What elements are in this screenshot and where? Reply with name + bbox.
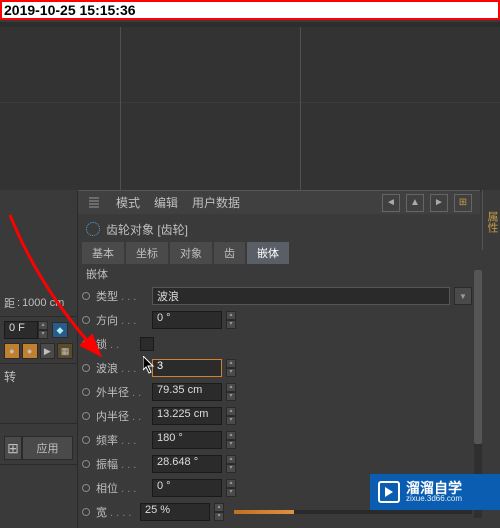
param-bullet[interactable] [82,316,90,324]
type-dropdown[interactable]: 波浪 [152,287,450,305]
timestamp-text: 2019-10-25 15:15:36 [4,2,136,18]
phase-label: 相位 . . . [96,480,148,496]
amp-input[interactable]: 28.648 ° [152,455,222,473]
object-header: 齿轮对象 [齿轮] [78,216,480,242]
grid-line [120,27,121,192]
lock-checkbox[interactable] [140,337,154,351]
record-icon-2[interactable]: ● [22,343,38,359]
spinner[interactable]: ▴▾ [226,311,236,329]
apply-section: ⊞ 应用 [0,424,77,465]
nav-fwd-icon[interactable]: ► [430,194,448,212]
frame-spinner[interactable]: ▴▾ [38,321,48,339]
apply-button[interactable]: 应用 [22,436,73,460]
param-wave-row: 波浪 . . . 3 ▴▾ [82,356,472,380]
menu-edit[interactable]: 编辑 [154,194,178,211]
param-lock-row: 锁 . . [82,332,472,356]
direction-input[interactable]: 0 ° [152,311,222,329]
outerradius-label: 外半径 . . [96,384,148,400]
width-slider[interactable] [234,510,472,514]
play-icon[interactable]: ▶ [40,343,56,359]
dist-label: 距 [4,295,15,311]
param-type-row: 类型 . . . 波浪 ▼ [82,284,472,308]
freq-label: 频率 . . . [96,432,148,448]
nav-up-icon[interactable]: ▲ [406,194,424,212]
section-label: 嵌体 [86,266,108,282]
spinner[interactable]: ▴▾ [226,407,236,425]
grid-line [300,27,301,192]
tab-object[interactable]: 对象 [170,242,212,264]
param-bullet[interactable] [82,340,90,348]
timestamp-overlay: 2019-10-25 15:15:36 [0,0,500,20]
panel-options-icon[interactable] [86,195,102,211]
param-bullet[interactable] [82,484,90,492]
amp-label: 振幅 . . . [96,456,148,472]
object-title: 齿轮对象 [齿轮] [106,221,188,238]
timeline-icons: ● ● ▶ ▦ [4,343,73,359]
freq-input[interactable]: 180 ° [152,431,222,449]
spinner[interactable]: ▴▾ [226,359,236,377]
menu-userdata[interactable]: 用户数据 [192,194,240,211]
param-innerradius-row: 内半径 . . 13.225 cm ▴▾ [82,404,472,428]
param-bullet[interactable] [82,388,90,396]
tab-basic[interactable]: 基本 [82,242,124,264]
lock-label: 锁 . . [96,336,136,352]
wave-input[interactable]: 3 [152,359,222,377]
dropdown-arrow-icon[interactable]: ▼ [454,287,472,305]
wave-label: 波浪 . . . [96,360,148,376]
rotate-label: 转 [4,370,16,384]
spinner[interactable]: ▴▾ [226,431,236,449]
param-bullet[interactable] [82,436,90,444]
tab-inlay[interactable]: 嵌体 [247,242,289,264]
left-panel: 距 : 1000 cm 0 F ▴▾ ◆ ● ● ▶ ▦ 转 ⊞ 应用 [0,190,78,528]
tab-teeth[interactable]: 齿 [214,242,245,264]
play-logo-icon [378,481,400,503]
width-input[interactable]: 25 % [140,503,210,521]
param-direction-row: 方向 . . . 0 ° ▴▾ [82,308,472,332]
attribute-menu-bar: 模式 编辑 用户数据 ◄ ▲ ► ⊞ [78,190,480,214]
spinner[interactable]: ▴▾ [214,503,224,521]
param-bullet[interactable] [82,460,90,468]
right-tab-attributes[interactable]: 属性 [482,190,500,250]
scrollbar-thumb[interactable] [474,270,482,444]
type-label: 类型 . . . [96,288,148,304]
frame-section: 0 F ▴▾ ◆ ● ● ▶ ▦ [0,317,77,364]
spinner[interactable]: ▴▾ [226,479,236,497]
film-icon[interactable]: ▦ [57,343,73,359]
menu-mode[interactable]: 模式 [116,194,140,211]
param-amp-row: 振幅 . . . 28.648 ° ▴▾ [82,452,472,476]
grid-line [0,102,500,103]
innerradius-label: 内半径 . . [96,408,148,424]
watermark: 溜溜自学 zixue.3d66.com [370,474,500,510]
attribute-tabs: 基本 坐标 对象 齿 嵌体 [82,242,476,264]
outerradius-input[interactable]: 79.35 cm [152,383,222,401]
viewport[interactable] [0,22,500,190]
param-bullet[interactable] [82,508,90,516]
param-outerradius-row: 外半径 . . 79.35 cm ▴▾ [82,380,472,404]
innerradius-input[interactable]: 13.225 cm [152,407,222,425]
watermark-cn: 溜溜自学 [406,481,462,495]
direction-label: 方向 . . . [96,312,148,328]
viewport-grid [0,27,500,192]
param-bullet[interactable] [82,364,90,372]
nav-back-icon[interactable]: ◄ [382,194,400,212]
param-bullet[interactable] [82,412,90,420]
width-label: 宽 . . . . [96,504,136,520]
spinner[interactable]: ▴▾ [226,383,236,401]
watermark-url: zixue.3d66.com [406,495,462,503]
keyframe-icon[interactable]: ◆ [52,322,68,338]
param-bullet[interactable] [82,292,90,300]
expand-icon[interactable]: ⊞ [4,436,22,460]
param-freq-row: 频率 . . . 180 ° ▴▾ [82,428,472,452]
dist-value: 1000 cm [22,297,64,309]
tab-coord[interactable]: 坐标 [126,242,168,264]
lock-icon[interactable]: ⊞ [454,194,472,212]
gear-icon [86,222,100,236]
distance-section: 距 : 1000 cm [0,290,77,317]
spinner[interactable]: ▴▾ [226,455,236,473]
phase-input[interactable]: 0 ° [152,479,222,497]
frame-input[interactable]: 0 F [4,321,38,339]
record-icon[interactable]: ● [4,343,20,359]
rotate-section: 转 [0,364,77,424]
